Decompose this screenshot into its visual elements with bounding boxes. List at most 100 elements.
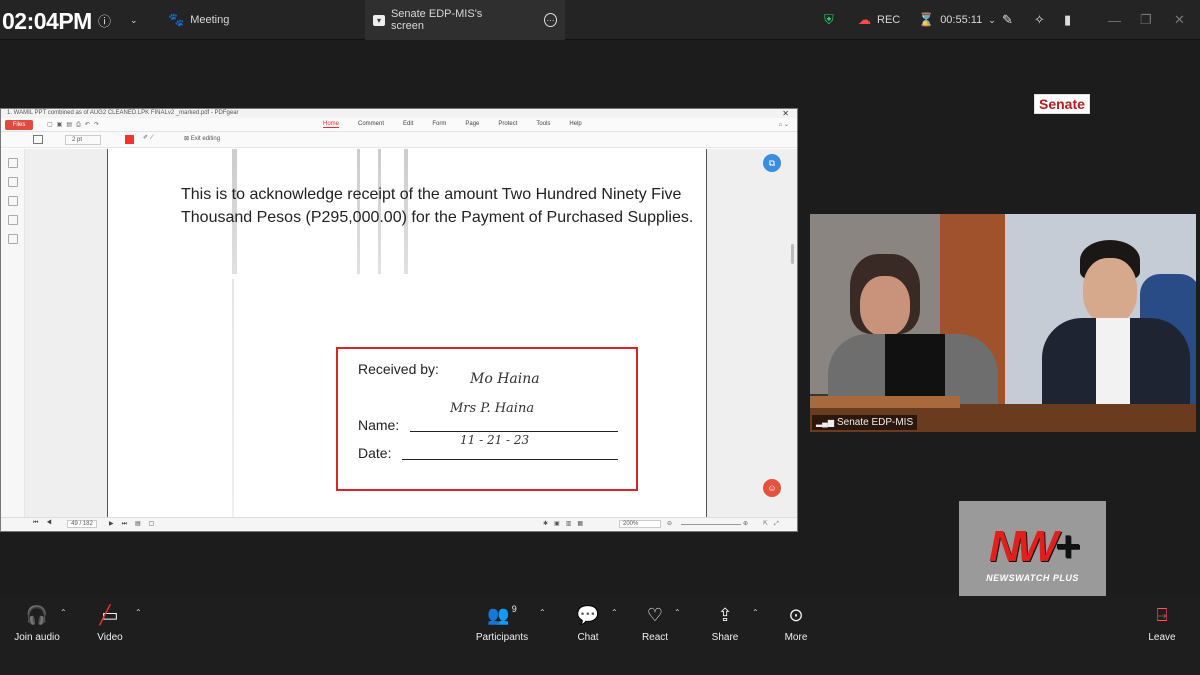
senate-watermark: Senate: [1034, 94, 1090, 114]
quick-tools-icons[interactable]: ▢▣▤⎙↶↷: [47, 121, 103, 129]
tab-meeting[interactable]: 🐾 Meeting: [160, 0, 365, 40]
participants-button[interactable]: 👥 9 Participants ⌃: [467, 604, 546, 643]
react-label: React: [641, 632, 669, 643]
shield-icon: ⛨: [824, 12, 834, 27]
zoom-slider[interactable]: [681, 524, 741, 525]
maximize-icon: ❐: [1140, 12, 1152, 27]
person-shirt: [1096, 318, 1130, 418]
heart-icon: ♡: [646, 604, 664, 625]
received-by-label: Received by:: [358, 361, 439, 377]
chevron-up-icon[interactable]: ⌃: [60, 608, 67, 617]
pdf-title-bar: 1. WAMIL PPT combined as of AUG2 CLEANED…: [1, 109, 797, 118]
color-swatch[interactable]: [125, 135, 134, 144]
menu-protect[interactable]: Protect: [498, 121, 517, 128]
stamp-icon[interactable]: [7, 215, 18, 225]
logo-mark-plus: +: [1054, 521, 1080, 571]
tab-shared-screen[interactable]: ▾ Senate EDP-MIS's screen ⋯: [365, 0, 565, 40]
scrollbar-thumb[interactable]: [791, 244, 794, 264]
leave-button[interactable]: ⍈ Leave: [1127, 604, 1197, 644]
minimize-icon: —: [1108, 12, 1121, 28]
react-button[interactable]: ♡ React ⌃: [620, 604, 690, 644]
next-last-page-icons[interactable]: ▶⏭▤▢: [109, 520, 162, 528]
chat-button[interactable]: 💬 Chat ⌃: [553, 604, 623, 644]
minimize-button[interactable]: —: [1108, 0, 1121, 40]
menu-tools[interactable]: Tools: [536, 121, 550, 128]
cloud-record-icon: ☁: [858, 12, 871, 27]
close-button[interactable]: ✕: [1174, 0, 1185, 40]
annotate-button[interactable]: ✎: [1002, 0, 1013, 40]
more-label: More: [784, 632, 808, 643]
chevron-down-icon: ⌄: [988, 14, 996, 25]
dropdown-toggle[interactable]: ⌄: [130, 0, 138, 40]
first-prev-page-icons[interactable]: ⏮◀: [33, 520, 60, 527]
tab-shared-screen-label: Senate EDP-MIS's screen: [390, 8, 483, 32]
translate-icon[interactable]: ⧉: [763, 154, 781, 172]
timer-value: 00:55:11: [940, 14, 983, 26]
zoom-in-icon[interactable]: ⊕: [743, 520, 748, 527]
person-face: [1083, 258, 1137, 324]
logo-mark: NW+: [989, 521, 1080, 571]
pdf-canvas[interactable]: This is to acknowledge receipt of the am…: [25, 149, 797, 519]
chevron-up-icon[interactable]: ⌃: [611, 608, 618, 617]
meeting-controls-bar: 🎧 Join audio ⌃ ▭ ╱ Video ⌃ 👥 9 Participant…: [0, 596, 1200, 675]
more-button[interactable]: ⊙ More: [761, 604, 831, 644]
more-icon: ⊙: [788, 604, 804, 625]
pen-size-select[interactable]: 2 pt: [65, 135, 101, 145]
comment-icon[interactable]: [7, 196, 18, 206]
security-button[interactable]: ⛨: [824, 0, 834, 40]
pdf-status-bar: ⏮◀ 49 / 182 ▶⏭▤▢ ✱▣▥▦ 200% ⊖ ⊕ ⇱⤢: [1, 517, 797, 531]
video-label: Video: [97, 632, 123, 643]
meeting-timer[interactable]: ⌛ 00:55:11 ⌄: [918, 0, 996, 40]
chat-icon: 💬: [576, 604, 600, 625]
pdf-page: This is to acknowledge receipt of the am…: [107, 149, 707, 519]
menu-help[interactable]: Help: [569, 121, 581, 128]
panel-icon: ▮: [1064, 12, 1072, 27]
received-by-box: Received by: Mo Haina Mrs P. Haina Name:…: [336, 347, 638, 491]
participants-count: 9: [511, 604, 517, 614]
info-icon: ⓘ: [98, 13, 112, 29]
menu-comment[interactable]: Comment: [358, 121, 384, 128]
menu-form[interactable]: Form: [432, 121, 446, 128]
menu-home[interactable]: Home: [323, 121, 340, 128]
sparkle-icon: ✧: [1034, 12, 1045, 27]
page-number-field[interactable]: 49 / 182: [67, 520, 97, 528]
more-options-icon[interactable]: ⋯: [543, 13, 557, 27]
signature: Mo Haina: [470, 371, 540, 387]
join-audio-button[interactable]: 🎧 Join audio ⌃: [2, 604, 72, 644]
video-button[interactable]: ▭ ╱ Video ⌃: [75, 604, 145, 644]
zoom-field[interactable]: 200%: [619, 520, 661, 528]
share-label: Share: [711, 632, 739, 643]
chevron-up-icon[interactable]: ⌃: [135, 608, 142, 617]
fit-page-icons[interactable]: ⇱⤢: [763, 520, 785, 528]
pdf-side-panel: [1, 149, 25, 519]
maximize-button[interactable]: ❐: [1140, 0, 1152, 40]
info-button[interactable]: ⓘ: [98, 0, 111, 40]
menu-page[interactable]: Page: [465, 121, 479, 128]
bookmark-icon[interactable]: [7, 158, 18, 168]
screen-share-icon: ▾: [373, 14, 385, 26]
assistant-icon[interactable]: ☺: [763, 479, 781, 497]
files-button[interactable]: Files: [5, 120, 33, 130]
view-mode-icons[interactable]: ✱▣▥▦: [543, 520, 589, 527]
share-button[interactable]: ⇪ Share ⌃: [690, 604, 760, 644]
chevron-up-icon[interactable]: ⌃: [539, 608, 546, 617]
view-toggle-button[interactable]: ▮: [1064, 0, 1071, 40]
eraser-icon[interactable]: ✐ ⟋: [143, 134, 154, 142]
window-controls-icon[interactable]: ⌂ ⌄: [779, 121, 789, 128]
close-icon[interactable]: ✕: [782, 109, 789, 118]
shape-tool-icon[interactable]: [33, 135, 43, 144]
exit-editing-button[interactable]: ⊠ Exit editing: [184, 135, 220, 142]
video-tile-senate-edp-mis[interactable]: ▂▄▆ Senate EDP-MIS: [810, 214, 1196, 432]
desk-papers: [810, 396, 960, 408]
chevron-up-icon[interactable]: ⌃: [752, 608, 759, 617]
leave-icon: ⍈: [1156, 604, 1168, 625]
pages-icon[interactable]: [7, 177, 18, 187]
recording-indicator[interactable]: ☁ REC: [858, 0, 900, 40]
zoom-out-icon[interactable]: ⊖: [667, 520, 672, 527]
chevron-up-icon[interactable]: ⌃: [674, 608, 681, 617]
menu-edit[interactable]: Edit: [403, 121, 413, 128]
meeting-top-bar: 02:04PM ⓘ ⌄ 🐾 Meeting ▾ Senate EDP-MIS's…: [0, 0, 1200, 40]
ai-companion-button[interactable]: ✧: [1034, 0, 1045, 40]
attachment-icon[interactable]: [7, 234, 18, 244]
leave-label: Leave: [1148, 632, 1176, 643]
